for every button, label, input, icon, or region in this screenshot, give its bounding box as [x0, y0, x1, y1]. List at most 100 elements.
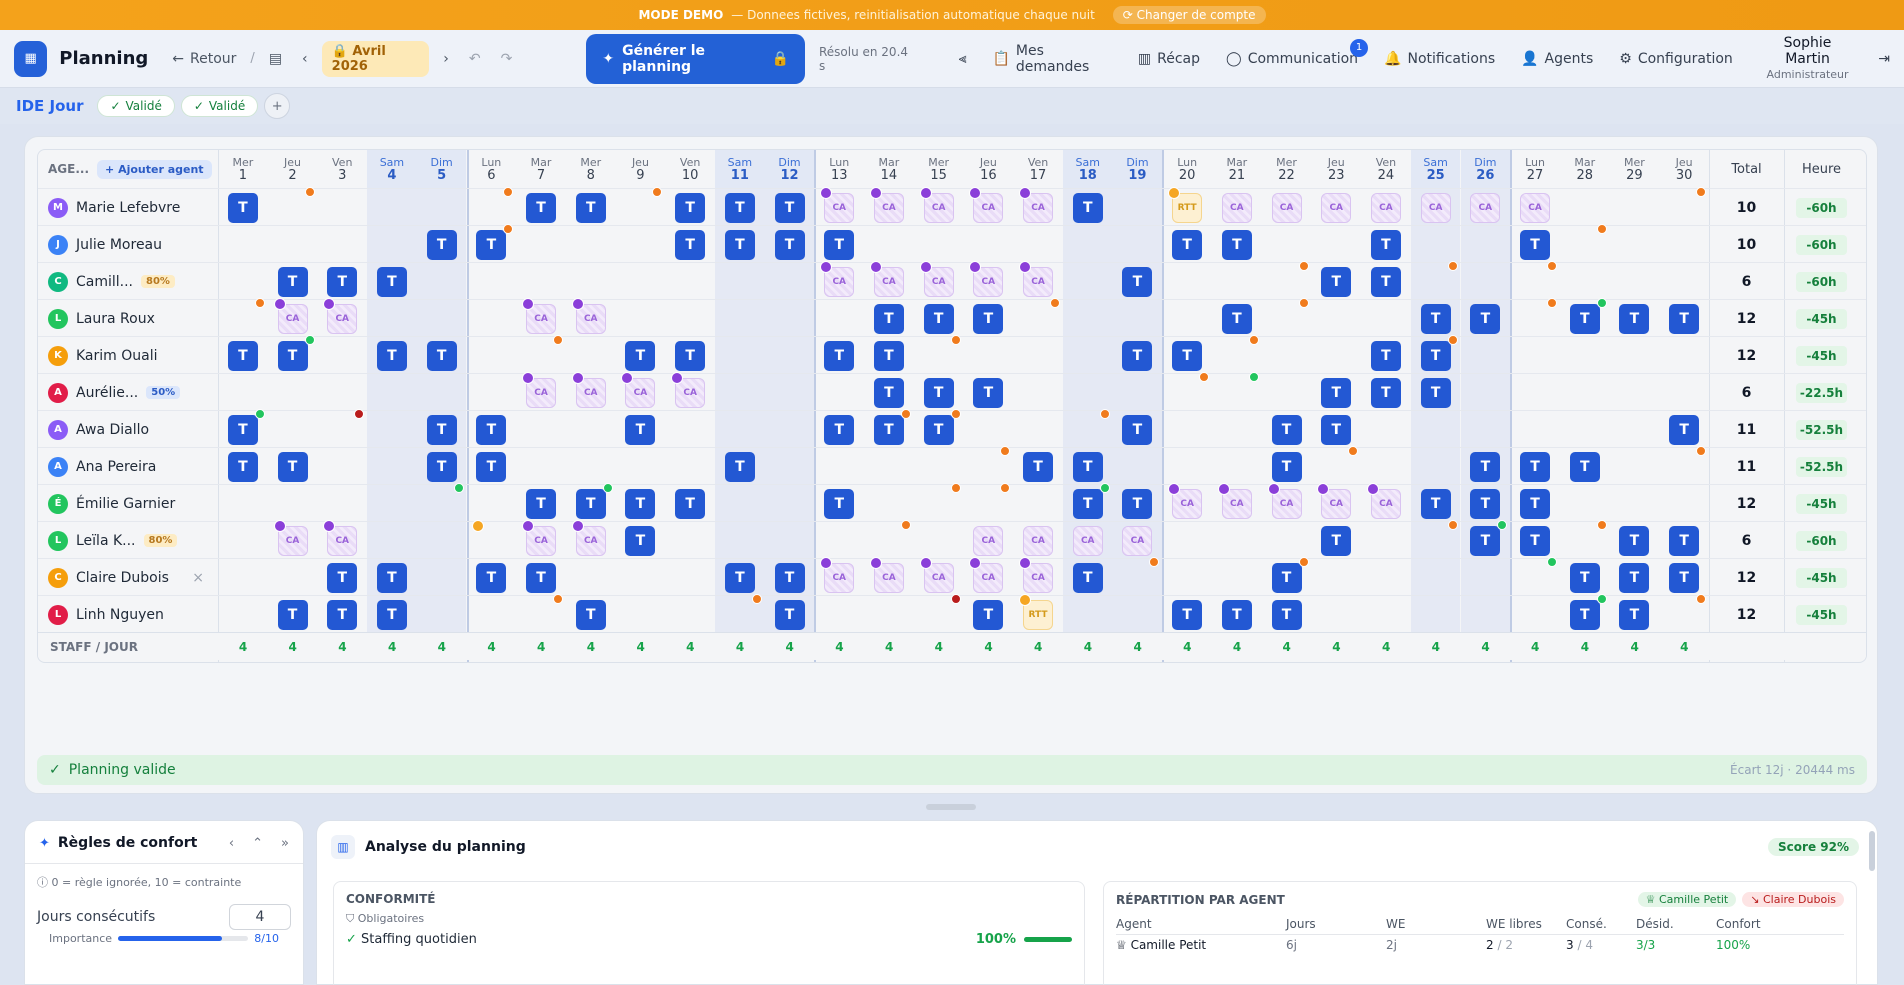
shift-t[interactable]: T — [327, 267, 358, 297]
shift-t[interactable]: T — [774, 563, 805, 593]
shift-t[interactable]: T — [1569, 600, 1600, 630]
shift-t[interactable]: T — [476, 230, 507, 260]
shift-t[interactable]: T — [1221, 600, 1252, 630]
shift-ca[interactable]: CA — [1520, 193, 1551, 223]
day-header[interactable]: Lun 27 — [1510, 150, 1560, 188]
shift-t[interactable]: T — [625, 341, 656, 371]
day-header[interactable]: Sam 11 — [715, 150, 765, 188]
shift-t[interactable]: T — [1470, 304, 1501, 334]
collapse-up-icon[interactable]: ⌃ — [252, 836, 263, 851]
shift-t[interactable]: T — [1420, 304, 1451, 334]
shift-ca[interactable]: CA — [1221, 193, 1252, 223]
shift-t[interactable]: T — [824, 415, 855, 445]
shift-t[interactable]: T — [1122, 341, 1153, 371]
prev-month-button[interactable]: ‹ — [296, 47, 314, 71]
agent-name-cell[interactable]: É Émilie Garnier — [38, 485, 218, 522]
day-header[interactable]: Mar 21 — [1212, 150, 1262, 188]
shift-t[interactable]: T — [873, 304, 904, 334]
month-selector[interactable]: 🔒 Avril 2026 — [321, 40, 430, 77]
shift-t[interactable]: T — [1072, 489, 1103, 519]
expand-icon[interactable]: » — [281, 836, 289, 851]
shift-t[interactable]: T — [1023, 452, 1054, 482]
consecutive-days-input[interactable]: 4 — [229, 904, 291, 930]
day-header[interactable]: Ven 17 — [1013, 150, 1063, 188]
shift-t[interactable]: T — [1470, 526, 1501, 556]
shift-t[interactable]: T — [277, 341, 308, 371]
shift-t[interactable]: T — [476, 415, 507, 445]
shift-t[interactable]: T — [774, 600, 805, 630]
shift-t[interactable]: T — [426, 415, 457, 445]
shift-t[interactable]: T — [973, 304, 1004, 334]
agent-name-cell[interactable]: K Karim Ouali — [38, 337, 218, 374]
shift-t[interactable]: T — [724, 452, 755, 482]
add-agent-button[interactable]: + Ajouter agent — [97, 159, 212, 179]
day-header[interactable]: Jeu 30 — [1659, 150, 1709, 188]
shift-t[interactable]: T — [277, 600, 308, 630]
shift-t[interactable]: T — [1072, 563, 1103, 593]
agent-name-cell[interactable]: J Julie Moreau — [38, 226, 218, 263]
shift-t[interactable]: T — [1370, 230, 1401, 260]
nav-communication[interactable]: ◯ Communication 1 — [1226, 38, 1369, 67]
shift-t[interactable]: T — [376, 600, 407, 630]
shift-t[interactable]: T — [873, 341, 904, 371]
agent-name-cell[interactable]: M Marie Lefebvre — [38, 189, 218, 226]
shift-t[interactable]: T — [1172, 230, 1203, 260]
shift-t[interactable]: T — [1669, 526, 1700, 556]
shift-t[interactable]: T — [724, 563, 755, 593]
logout-icon[interactable]: ⇥ — [1878, 51, 1890, 67]
agent-name-cell[interactable]: A Aurélie... 50% — [38, 374, 218, 411]
shift-t[interactable]: T — [1520, 526, 1551, 556]
shift-t[interactable]: T — [1271, 415, 1302, 445]
nav-configuration[interactable]: ⚙ Configuration — [1619, 51, 1733, 67]
shift-t[interactable]: T — [1370, 341, 1401, 371]
shift-ca[interactable]: CA — [1122, 526, 1153, 556]
nav-recap[interactable]: ▥ Récap — [1138, 51, 1200, 67]
shift-ca[interactable]: CA — [1072, 526, 1103, 556]
shift-t[interactable]: T — [476, 563, 507, 593]
resize-handle[interactable] — [926, 804, 976, 810]
generate-planning-button[interactable]: ✦ Générer le planning 🔒 — [586, 33, 805, 84]
day-header[interactable]: Mer 8 — [566, 150, 616, 188]
shift-t[interactable]: T — [1569, 563, 1600, 593]
shift-t[interactable]: T — [1569, 304, 1600, 334]
shift-t[interactable]: T — [1520, 230, 1551, 260]
shift-t[interactable]: T — [476, 452, 507, 482]
shift-t[interactable]: T — [675, 489, 706, 519]
shift-t[interactable]: T — [774, 230, 805, 260]
day-header[interactable]: Mer 15 — [914, 150, 964, 188]
shift-t[interactable]: T — [1321, 267, 1352, 297]
day-header[interactable]: Jeu 16 — [964, 150, 1014, 188]
shift-t[interactable]: T — [526, 563, 557, 593]
day-header[interactable]: Dim 19 — [1112, 150, 1163, 188]
shift-t[interactable]: T — [376, 563, 407, 593]
shift-t[interactable]: T — [1321, 526, 1352, 556]
shift-t[interactable]: T — [923, 378, 954, 408]
day-header[interactable]: Sam 4 — [367, 150, 417, 188]
day-header[interactable]: Mar 14 — [864, 150, 914, 188]
shift-t[interactable]: T — [973, 600, 1004, 630]
shift-ca[interactable]: CA — [1023, 526, 1054, 556]
shift-t[interactable]: T — [1520, 452, 1551, 482]
nav-notifications[interactable]: 🔔 Notifications — [1384, 51, 1495, 67]
shift-t[interactable]: T — [1172, 600, 1203, 630]
day-header[interactable]: Dim 12 — [764, 150, 815, 188]
nav-agents[interactable]: 👤 Agents — [1521, 51, 1593, 67]
switch-account-button[interactable]: ⟳ Changer de compte — [1112, 6, 1266, 24]
shift-t[interactable]: T — [724, 193, 755, 223]
shift-ca[interactable]: CA — [1271, 193, 1302, 223]
shift-t[interactable]: T — [1669, 563, 1700, 593]
shift-t[interactable]: T — [227, 341, 258, 371]
shift-t[interactable]: T — [774, 193, 805, 223]
add-planning-button[interactable]: + — [264, 93, 291, 119]
day-header[interactable]: Jeu 2 — [268, 150, 318, 188]
shift-t[interactable]: T — [227, 452, 258, 482]
day-header[interactable]: Ven 10 — [665, 150, 715, 188]
shift-t[interactable]: T — [625, 526, 656, 556]
shift-t[interactable]: T — [1072, 452, 1103, 482]
day-header[interactable]: Mar 7 — [516, 150, 566, 188]
shift-t[interactable]: T — [277, 452, 308, 482]
shift-t[interactable]: T — [1122, 267, 1153, 297]
shift-t[interactable]: T — [1619, 526, 1650, 556]
shift-t[interactable]: T — [1122, 415, 1153, 445]
shift-t[interactable]: T — [1619, 600, 1650, 630]
